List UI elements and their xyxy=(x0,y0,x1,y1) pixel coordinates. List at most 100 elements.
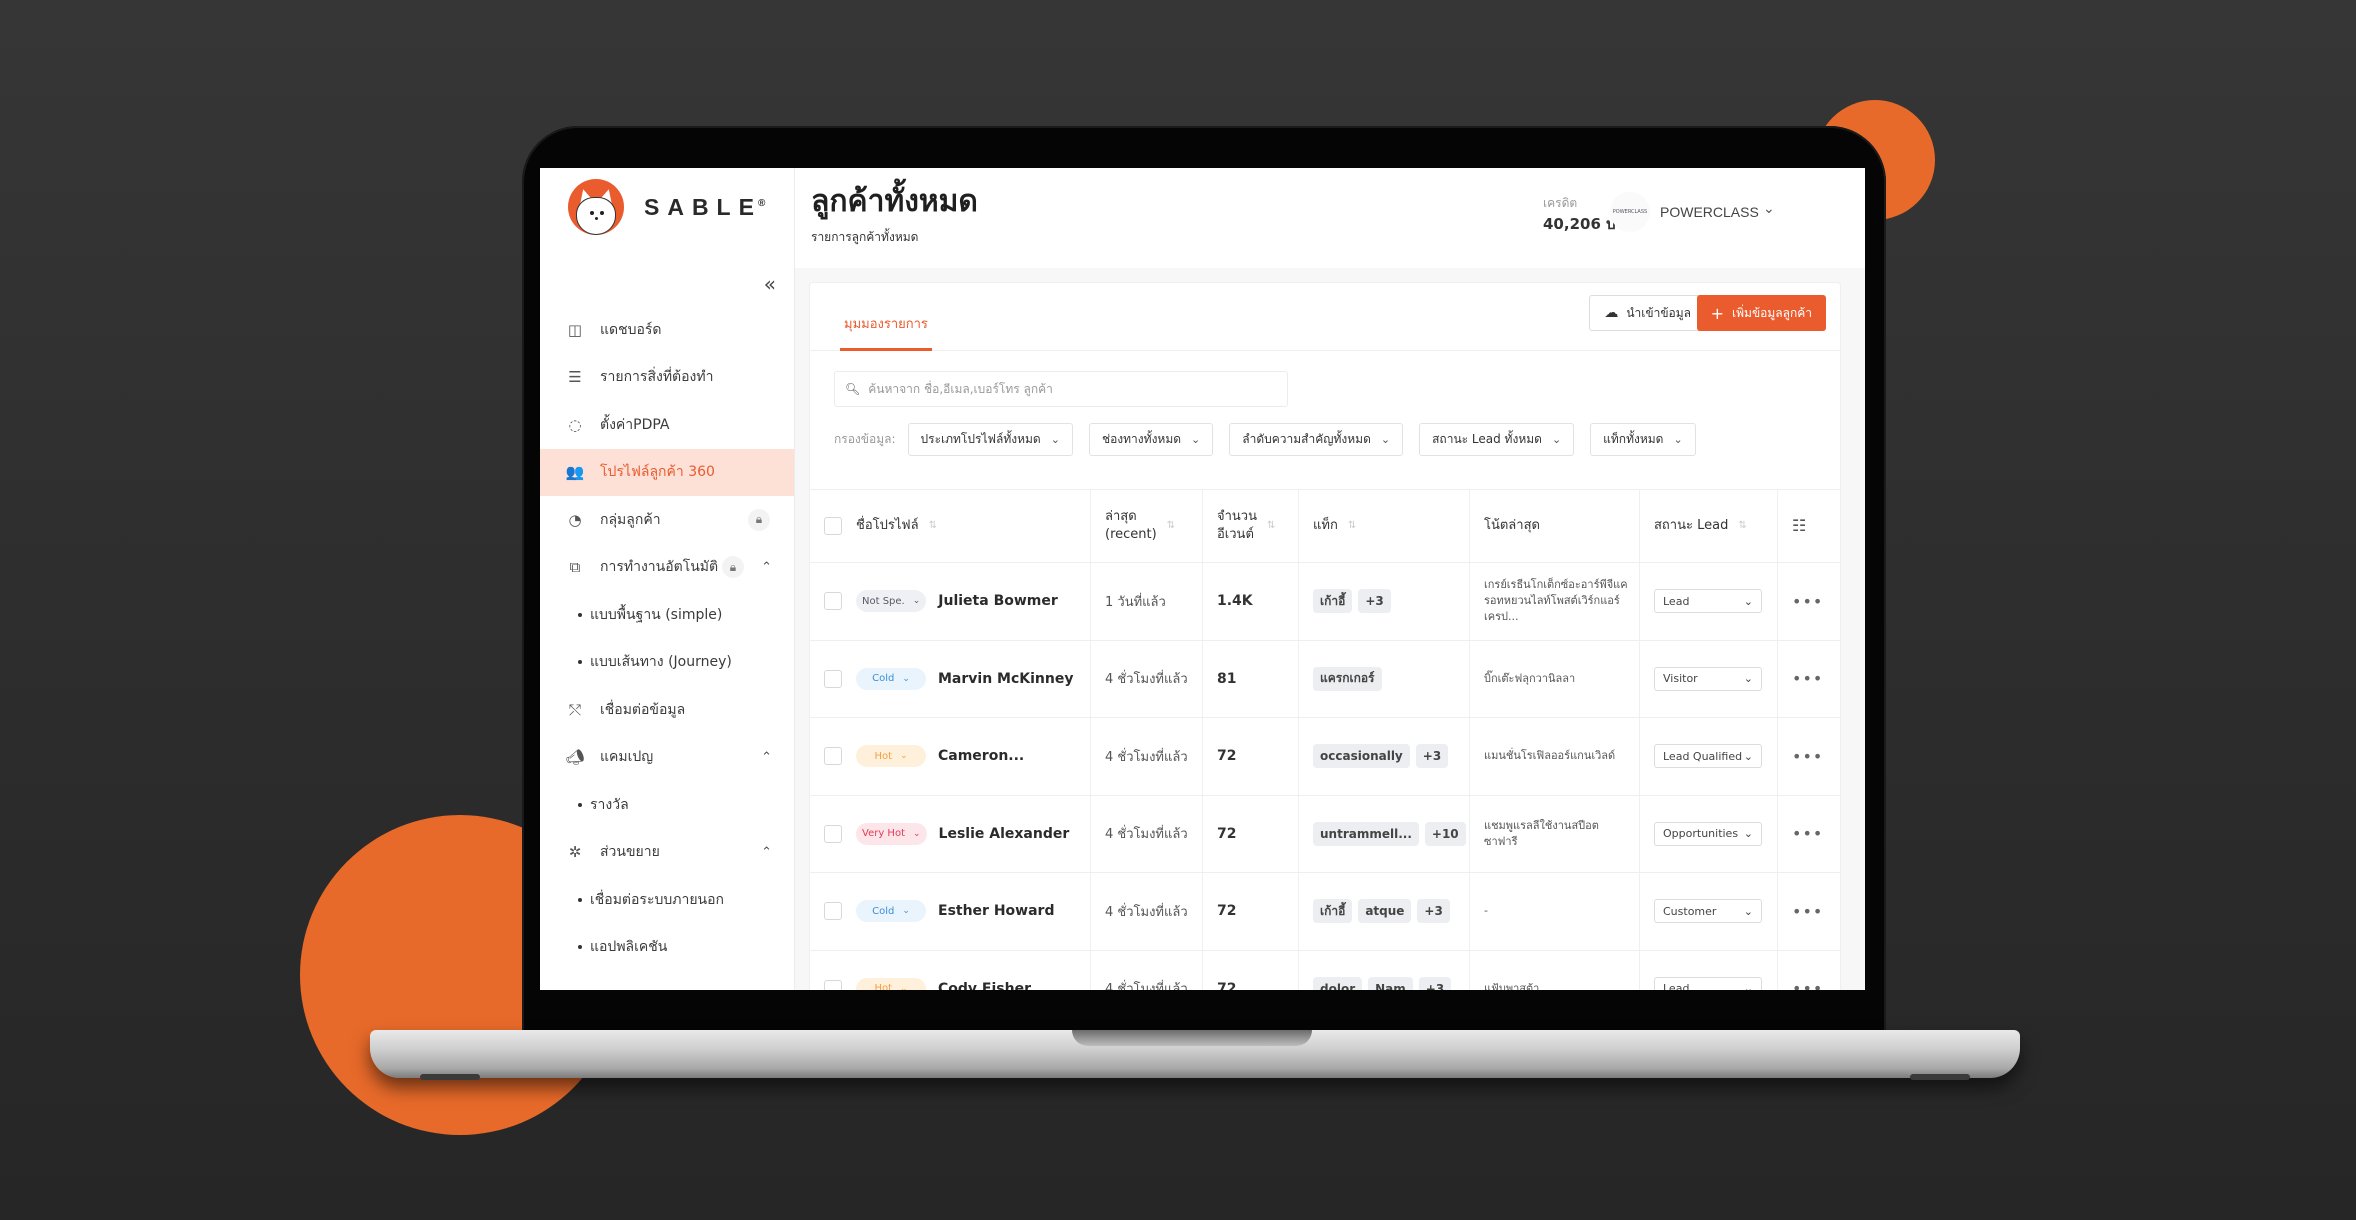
header-events[interactable]: จำนวน อีเวนต์ ⇅ xyxy=(1203,490,1299,562)
profile-name-link[interactable]: Cameron... xyxy=(938,748,1024,764)
table-row[interactable]: Not Spe. ⌄ Julieta Bowmer 1 วันที่แล้ว 1… xyxy=(810,563,1840,641)
sidebar-item-extensions[interactable]: ✲ ส่วนขยาย ⌃ xyxy=(540,829,794,877)
row-checkbox[interactable] xyxy=(824,824,842,843)
row-checkbox[interactable] xyxy=(824,747,842,766)
more-options-icon[interactable]: ••• xyxy=(1792,747,1823,766)
org-switcher[interactable]: POWERCLASS xyxy=(1660,204,1759,220)
org-avatar[interactable]: POWERCLASS xyxy=(1610,192,1650,232)
row-checkbox[interactable] xyxy=(824,979,842,990)
sidebar-subitem-automation-journey[interactable]: แบบเส้นทาง (Journey) xyxy=(540,639,794,687)
more-options-icon[interactable]: ••• xyxy=(1792,902,1823,921)
chevron-up-icon[interactable]: ⌃ xyxy=(761,845,772,860)
row-checkbox[interactable] xyxy=(824,592,842,611)
tag-chip[interactable]: dolor xyxy=(1313,976,1363,990)
tag-chip[interactable]: +3 xyxy=(1358,589,1391,614)
sidebar-item-customer-360[interactable]: 👥 โปรไฟล์ลูกค้า 360 xyxy=(540,448,794,496)
chevron-down-icon: ⌄ xyxy=(912,828,921,839)
sidebar-subitem-external-integrations[interactable]: เชื่อมต่อระบบภายนอก xyxy=(540,876,794,924)
tab-list-view[interactable]: มุมมองรายการ xyxy=(840,313,932,351)
search-input[interactable]: 🔍︎ ค้นหาจาก ชื่อ,อีเมล,เบอร์โทร ลูกค้า xyxy=(834,371,1288,407)
lead-status-select[interactable]: Customer ⌄ xyxy=(1654,899,1762,924)
tag-chip[interactable]: +3 xyxy=(1417,899,1450,924)
tag-chip[interactable]: Nam xyxy=(1368,976,1413,990)
table-row[interactable]: Hot ⌄ Cody Fisher 4 ชั่วโมงที่แล้ว 72 do… xyxy=(810,950,1840,990)
table-row[interactable]: Very Hot ⌄ Leslie Alexander 4 ชั่วโมงที่… xyxy=(810,795,1840,873)
sidebar-item-campaign[interactable]: 📣︎ แคมเปญ ⌃ xyxy=(540,734,794,782)
sidebar-item-automation[interactable]: ⧉ การทำงานอัตโนมัติ 🔒︎ ⌃ xyxy=(540,544,794,592)
temperature-badge[interactable]: Cold ⌄ xyxy=(856,900,926,923)
add-customer-button[interactable]: + เพิ่มข้อมูลลูกค้า xyxy=(1696,295,1826,331)
more-options-icon[interactable]: ••• xyxy=(1792,824,1823,843)
tag-chip[interactable]: untrammell... xyxy=(1313,821,1419,846)
sort-icon[interactable]: ⇅ xyxy=(1348,519,1356,533)
temperature-badge[interactable]: Hot ⌄ xyxy=(856,745,926,768)
lead-status-select[interactable]: Visitor ⌄ xyxy=(1654,666,1762,691)
header-tags[interactable]: แท็ก ⇅ xyxy=(1299,490,1470,562)
sort-icon[interactable]: ⇅ xyxy=(1738,519,1746,533)
cell-events: 72 xyxy=(1203,718,1299,795)
filter-tags[interactable]: แท็กทั้งหมด ⌄ xyxy=(1590,423,1696,456)
sidebar-item-dashboard[interactable]: ◫ แดชบอร์ด xyxy=(540,306,794,354)
table-row[interactable]: Hot ⌄ Cameron... 4 ชั่วโมงที่แล้ว 72 occ… xyxy=(810,718,1840,796)
tag-chip[interactable]: atque xyxy=(1358,899,1412,924)
filter-profile-type[interactable]: ประเภทโปรไฟล์ทั้งหมด ⌄ xyxy=(907,423,1073,456)
chevron-up-icon[interactable]: ⌃ xyxy=(761,750,772,765)
tag-chip[interactable]: +3 xyxy=(1415,744,1449,769)
profile-name-link[interactable]: Esther Howard xyxy=(938,903,1054,919)
table-row[interactable]: Cold ⌄ Esther Howard 4 ชั่วโมงที่แล้ว 72… xyxy=(810,873,1840,951)
chevron-up-icon[interactable]: ⌃ xyxy=(761,560,772,575)
sidebar-subitem-rewards[interactable]: รางวัล xyxy=(540,781,794,829)
row-checkbox[interactable] xyxy=(824,902,842,921)
sidebar-item-segments[interactable]: ◔ กลุ่มลูกค้า 🔒︎ xyxy=(540,496,794,544)
brand-logo[interactable]: SABLE® xyxy=(540,168,794,246)
more-options-icon[interactable]: ••• xyxy=(1792,592,1823,611)
import-data-button[interactable]: ☁ นำเข้าข้อมูล xyxy=(1589,295,1706,331)
more-options-icon[interactable]: ••• xyxy=(1792,979,1823,990)
lead-status-select[interactable]: Opportunities ⌄ xyxy=(1654,821,1762,846)
profile-name-link[interactable]: Marvin McKinney xyxy=(938,671,1073,687)
cell-actions: ••• xyxy=(1778,641,1832,718)
chevron-down-icon[interactable]: ⌄ xyxy=(1763,201,1775,217)
filter-priority[interactable]: ลำดับความสำคัญทั้งหมด ⌄ xyxy=(1229,423,1404,456)
temperature-badge[interactable]: Hot ⌄ xyxy=(856,977,926,990)
collapse-sidebar-icon[interactable]: « xyxy=(764,272,776,296)
profile-name-link[interactable]: Leslie Alexander xyxy=(939,826,1070,842)
sort-icon[interactable]: ⇅ xyxy=(1167,519,1175,533)
lead-status-select[interactable]: Lead ⌄ xyxy=(1654,589,1762,614)
sidebar-subitem-applications[interactable]: แอปพลิเคชัน xyxy=(540,924,794,972)
tag-chip[interactable]: +3 xyxy=(1418,976,1452,990)
temperature-badge[interactable]: Not Spe. ⌄ xyxy=(856,590,927,613)
profile-name-link[interactable]: Cody Fisher xyxy=(938,981,1031,990)
chevron-down-icon: ⌄ xyxy=(1050,433,1060,446)
header-profile-name[interactable]: ชื่อโปรไฟล์ ⇅ xyxy=(810,490,1091,562)
tag-chip[interactable]: เก้าอี้ xyxy=(1313,589,1353,614)
cell-tags: แครกเกอร์ xyxy=(1299,640,1470,717)
filter-lead-status[interactable]: สถานะ Lead ทั้งหมด ⌄ xyxy=(1419,423,1575,456)
temperature-badge[interactable]: Very Hot ⌄ xyxy=(856,822,927,845)
more-options-icon[interactable]: ••• xyxy=(1792,669,1823,688)
select-all-checkbox[interactable] xyxy=(824,517,842,535)
filter-channel[interactable]: ช่องทางทั้งหมด ⌄ xyxy=(1088,423,1214,456)
profile-name-link[interactable]: Julieta Bowmer xyxy=(938,593,1058,609)
sidebar-item-pdpa[interactable]: ◌ ตั้งค่าPDPA xyxy=(540,401,794,449)
sidebar-item-data-connect[interactable]: ⤲ เชื่อมต่อข้อมูล xyxy=(540,686,794,734)
sort-icon[interactable]: ⇅ xyxy=(929,519,937,533)
lead-status-select[interactable]: Lead Qualified ⌄ xyxy=(1654,744,1762,769)
tag-chip[interactable]: +10 xyxy=(1424,821,1466,846)
cell-note: แชมพูแรลลีใช้งานสปีอตซาฟารี xyxy=(1470,795,1640,872)
sidebar-subitem-automation-simple[interactable]: แบบพื้นฐาน (simple) xyxy=(540,591,794,639)
row-checkbox[interactable] xyxy=(824,669,842,688)
table-row[interactable]: Cold ⌄ Marvin McKinney 4 ชั่วโมงที่แล้ว … xyxy=(810,640,1840,718)
lead-status-select[interactable]: Lead ⌄ xyxy=(1654,976,1762,990)
header-recent[interactable]: ล่าสุด (recent) ⇅ xyxy=(1091,490,1203,562)
temperature-badge[interactable]: Cold ⌄ xyxy=(856,667,926,690)
tag-chip[interactable]: occasionally xyxy=(1313,744,1410,769)
column-settings-button[interactable]: ☷ xyxy=(1778,490,1832,562)
cell-lead-status: Lead Qualified ⌄ xyxy=(1640,718,1778,795)
chevron-down-icon: ⌄ xyxy=(1743,672,1753,686)
header-lead-status[interactable]: สถานะ Lead ⇅ xyxy=(1640,490,1778,562)
sort-icon[interactable]: ⇅ xyxy=(1267,519,1275,533)
tag-chip[interactable]: เก้าอี้ xyxy=(1313,899,1353,924)
tag-chip[interactable]: แครกเกอร์ xyxy=(1313,666,1382,691)
sidebar-item-todo[interactable]: ☰ รายการสิ่งที่ต้องทำ xyxy=(540,354,794,402)
